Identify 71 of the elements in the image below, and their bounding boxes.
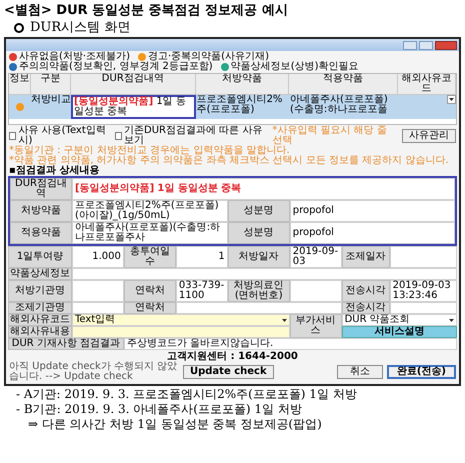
field-label: 총투여일수 — [124, 246, 176, 268]
legend-label: 약품상세정보(상병)확인필요 — [230, 62, 359, 72]
service-select[interactable]: DUR 약품조회 — [342, 314, 457, 326]
update-check-button[interactable]: Update check — [183, 365, 274, 379]
field-label: 적용약품 — [10, 222, 72, 244]
dropdown-arrow-icon — [448, 318, 454, 322]
circle-bullet-icon — [14, 22, 24, 32]
field-value: [동일성분의약품] 1일 동일성분 중복 — [72, 178, 455, 200]
document-title: <별첨> DUR 동일성분 중복점검 정보제공 예시 — [4, 2, 289, 19]
field-value: propofol — [290, 222, 455, 244]
field-label: DUR점검내역 — [10, 178, 72, 200]
field-label: 부가서비스 — [290, 314, 342, 338]
complete-button[interactable]: 완료(전송) — [386, 365, 456, 379]
checkbox-label: 기존DUR점검결과에 따른 사유보기 — [124, 126, 262, 146]
table-cell-text: 아네폴주사(프로포폴)(수출명:하나프로포폴 — [289, 95, 389, 117]
legend-label: 경고·중복의약품(사유기재) — [148, 52, 269, 62]
table-cell-text: 프로조폴엠시티2%주(프로포폴) — [196, 95, 284, 117]
minimize-icon[interactable] — [403, 40, 417, 50]
field-label: 해외사유내용 — [8, 326, 72, 338]
field-label: 전송시각 — [342, 302, 390, 314]
field-label: 처방의료인(면허번호) — [228, 280, 290, 302]
field-value: 033-739-1100 — [176, 280, 228, 302]
field-value: 1.000 — [72, 246, 124, 268]
table-cell: [동일성분의약품] 1일 동일성분 중복 — [71, 95, 196, 119]
table-row[interactable]: 처방비교 [동일성분의약품] 1일 동일성분 중복 프로조폴엠시티2%주(프로포폴) 아네폴주사(프로포폴)(수출명:하나프로포폴 — [9, 95, 456, 119]
update-note: 아직 Update check가 수행되지 않았습니다. --> Update check — [9, 362, 178, 382]
note-text: *동일기관 : 구분이 처방전비교 경우에는 입력약품을 말합니다. — [8, 146, 290, 156]
hint-text: *사유입력 필요시 해당 줄 선택 — [272, 126, 388, 146]
detail-heading: ▪점검결과 상세내용 — [8, 166, 100, 176]
dropdown-arrow-icon — [282, 318, 287, 322]
field-label: 전송시각 — [342, 280, 390, 302]
legend-label: 주의의약품(정보확인, 영부경계 2등급포함) — [19, 62, 213, 72]
field-label: 성분명 — [228, 222, 290, 244]
close-icon[interactable] — [435, 40, 457, 50]
field-value: 1 — [176, 246, 228, 268]
field-label: 연락처 — [124, 302, 176, 314]
reason-manage-button[interactable]: 사유관리 — [402, 129, 456, 143]
field-label: 처방기관명 — [8, 280, 72, 302]
reason-text-field[interactable] — [72, 326, 290, 338]
field-label: 성분명 — [228, 200, 290, 222]
field-label: DUR 기재사항 점검결과 — [8, 338, 124, 350]
service-info-button[interactable]: 서비스설명 — [342, 326, 457, 338]
reason-code-select[interactable]: Text입력 — [72, 314, 290, 326]
dropdown-arrow-icon[interactable] — [446, 95, 456, 104]
field-value: 프로조폴엠시티2%주(프로포폴)(아이잘)_(1g/50mL) — [72, 200, 228, 222]
legend-label: 사유없음(처방·조제불가) — [19, 52, 130, 62]
field-label: 해외사유코드 — [8, 314, 72, 326]
field-label: 약품상세정보 — [8, 268, 72, 280]
field-value: 주상병코드가 올바르지않습니다. — [124, 338, 457, 350]
description-line: - B기관: 2019. 9. 3. 아네폴주사(프로포폴) 1일 처방 — [16, 402, 303, 417]
maximize-icon[interactable] — [419, 40, 433, 50]
note-text: *약품 관련 의약품, 허가사항 주의 의약품은 좌측 체크박스 선택시 모든 정보를 제공하지 않습니다. — [8, 156, 450, 166]
field-label: 조제기관명 — [8, 302, 72, 314]
field-value: 아네폴주사(프로포폴)(수출명:하나프로포폴주사 — [72, 222, 228, 244]
table-cell-text: 처방비교 — [31, 95, 71, 107]
field-value: 2019-09-03 13:23:46 — [390, 280, 457, 302]
checkbox-label: 사유 사용(Text입력시) — [18, 126, 106, 146]
checkbox[interactable] — [9, 132, 16, 140]
field-label: 연락처 — [124, 280, 176, 302]
field-value: propofol — [290, 200, 455, 222]
field-label: 처방약품 — [10, 200, 72, 222]
cancel-button[interactable]: 취소 — [336, 365, 383, 379]
field-label: 1일투여량 — [8, 246, 72, 268]
checkbox[interactable] — [114, 132, 122, 140]
field-label: 처방일자 — [228, 246, 290, 268]
description-line: - A기관: 2019. 9. 3. 프로조폴엠시티2%주(프로포폴) 1일 처방 — [16, 387, 358, 402]
field-label: 조제일자 — [342, 246, 390, 268]
section-heading: DUR시스템 화면 — [30, 19, 130, 36]
support-text: 고객지원센터 : 1644-2000 — [167, 352, 299, 362]
description-line: ⇒ 다른 의사간 처방 1일 동일성분 중복 정보제공(팝업) — [27, 417, 323, 432]
field-value: 2019-09-03 — [290, 246, 342, 268]
